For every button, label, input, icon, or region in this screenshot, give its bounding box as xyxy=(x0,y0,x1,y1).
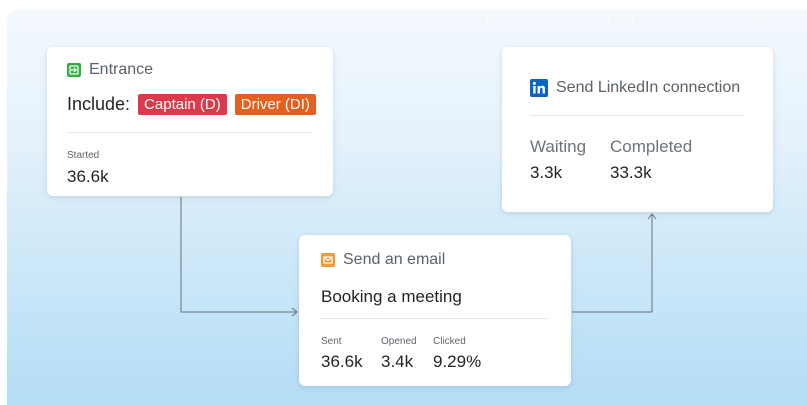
email-subject: Booking a meeting xyxy=(321,287,462,306)
linkedin-header: Send LinkedIn connection xyxy=(530,79,740,97)
opened-value: 3.4k xyxy=(381,352,414,371)
completed-label: Completed xyxy=(610,137,693,156)
entrance-card[interactable]: Entrance Include: Captain (D) Driver (DI… xyxy=(47,47,333,196)
background-shape xyxy=(632,10,754,32)
sent-value: 36.6k xyxy=(321,352,363,371)
divider xyxy=(67,132,313,133)
completed-value: 33.3k xyxy=(610,163,652,182)
segment-badge-driver[interactable]: Driver (DI) xyxy=(234,94,316,115)
started-label: Started xyxy=(67,150,100,161)
entrance-icon xyxy=(67,63,81,77)
email-card[interactable]: Send an email Booking a meeting Sent 36.… xyxy=(299,235,571,386)
waiting-value: 3.3k xyxy=(530,163,563,182)
background-shape xyxy=(487,10,609,32)
clicked-value: 9.29% xyxy=(433,352,482,371)
linkedin-title: Send LinkedIn connection xyxy=(556,79,741,96)
email-title: Send an email xyxy=(343,251,446,268)
clicked-label: Clicked xyxy=(433,336,466,347)
email-header: Send an email xyxy=(321,251,445,269)
started-value: 36.6k xyxy=(67,167,109,186)
divider xyxy=(530,115,745,116)
divider xyxy=(321,318,549,319)
entrance-header: Entrance xyxy=(67,61,153,79)
include-row: Include: Captain (D) Driver (DI) xyxy=(67,94,316,115)
segment-badge-captain[interactable]: Captain (D) xyxy=(138,94,227,115)
linkedin-icon xyxy=(530,79,548,97)
sent-label: Sent xyxy=(321,336,342,347)
include-label: Include: xyxy=(67,94,131,114)
opened-label: Opened xyxy=(381,336,417,347)
entrance-title: Entrance xyxy=(89,61,154,78)
linkedin-card[interactable]: Send LinkedIn connection Waiting 3.3k Co… xyxy=(502,47,773,212)
waiting-label: Waiting xyxy=(530,137,587,156)
email-icon xyxy=(321,253,335,267)
